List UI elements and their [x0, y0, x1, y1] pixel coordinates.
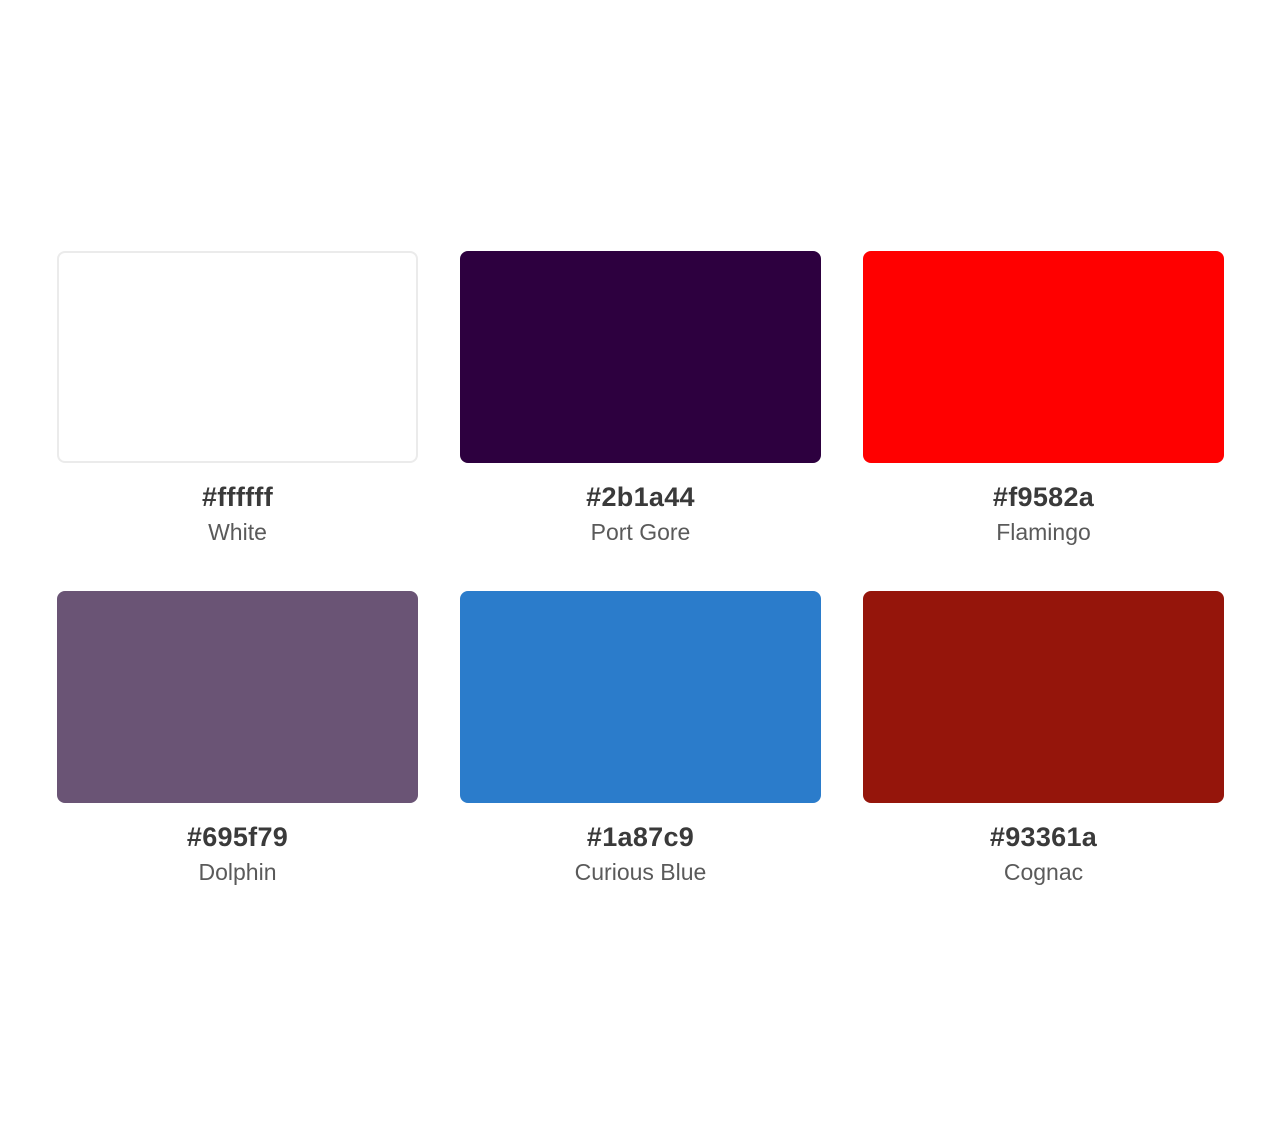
color-swatch[interactable]	[460, 591, 821, 803]
color-card-flamingo: #f9582a Flamingo	[863, 251, 1224, 546]
color-name: Curious Blue	[574, 859, 707, 885]
color-name: Port Gore	[590, 519, 691, 545]
hex-code: #2b1a44	[586, 482, 695, 512]
color-name: Flamingo	[996, 519, 1091, 545]
hex-code: #f9582a	[992, 482, 1095, 512]
color-swatch[interactable]	[863, 591, 1224, 803]
color-palette-grid: #ffffff White #2b1a44 Port Gore #f9582a …	[57, 251, 1225, 886]
color-card-dolphin: #695f79 Dolphin	[57, 591, 418, 886]
color-swatch[interactable]	[460, 251, 821, 463]
color-swatch[interactable]	[57, 591, 418, 803]
color-swatch[interactable]	[57, 251, 418, 463]
hex-code: #ffffff	[201, 482, 274, 512]
color-card-cognac: #93361a Cognac	[863, 591, 1224, 886]
color-swatch[interactable]	[863, 251, 1224, 463]
color-name: White	[208, 519, 267, 545]
color-name: Dolphin	[198, 859, 277, 885]
hex-code: #695f79	[186, 822, 289, 852]
hex-code: #93361a	[989, 822, 1098, 852]
hex-code: #1a87c9	[586, 822, 695, 852]
color-card-port-gore: #2b1a44 Port Gore	[460, 251, 821, 546]
color-name: Cognac	[1003, 859, 1084, 885]
color-card-curious-blue: #1a87c9 Curious Blue	[460, 591, 821, 886]
color-card-white: #ffffff White	[57, 251, 418, 546]
